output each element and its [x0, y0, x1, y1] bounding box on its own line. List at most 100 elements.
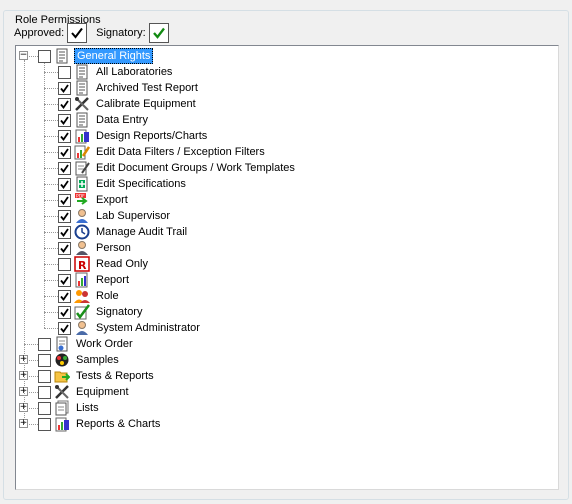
checkmark-icon: [60, 307, 69, 317]
tree-item-checkbox[interactable]: [38, 417, 51, 431]
tree-item-checkbox[interactable]: [58, 273, 71, 287]
tree-connector-line: [44, 232, 58, 233]
tree-item-checkbox[interactable]: [58, 129, 71, 143]
checkmark-icon: [60, 291, 69, 301]
tree-connector-line: [44, 152, 58, 153]
tree-connector-line: [29, 424, 38, 425]
collapse-toggle-icon[interactable]: −: [19, 51, 28, 60]
document-list-icon: [76, 64, 88, 80]
tree-connector-line: [24, 344, 38, 345]
tree-item-checkbox[interactable]: [58, 257, 71, 271]
tree-item-checkbox[interactable]: [58, 321, 71, 335]
tree-item-checkbox[interactable]: [38, 49, 51, 63]
tree-connector-line: [44, 216, 58, 217]
signatory-checkbox[interactable]: [148, 23, 169, 43]
tree-item-role[interactable]: Role: [58, 288, 121, 304]
tree-item-edit-specifications[interactable]: Edit Specifications: [58, 176, 188, 192]
tree-connector-line: [44, 184, 58, 185]
document-list-icon: [76, 112, 88, 128]
tree-connector-line: [24, 60, 25, 424]
tree-item-all-laboratories[interactable]: All Laboratories: [58, 64, 174, 80]
approved-checkbox[interactable]: [67, 23, 88, 43]
person-icon: [76, 241, 88, 255]
tree-node-equipment[interactable]: Equipment: [38, 384, 131, 400]
tree-item-checkbox[interactable]: [38, 337, 51, 351]
edit-document-icon: [75, 161, 90, 176]
tree-node-tests-reports[interactable]: Tests & Reports: [38, 368, 156, 384]
tree-connector-line: [44, 88, 58, 89]
reports-charts-icon: [55, 417, 69, 432]
tree-item-label: Edit Specifications: [96, 178, 186, 190]
tree-item-lab-supervisor[interactable]: Lab Supervisor: [58, 208, 172, 224]
tree-item-checkbox[interactable]: [38, 401, 51, 415]
tree-connector-line: [44, 168, 58, 169]
tree-item-label: Archived Test Report: [96, 82, 198, 94]
tree-item-manage-audit-trail[interactable]: Manage Audit Trail: [58, 224, 189, 240]
checkmark-icon: [152, 27, 165, 39]
tree-item-design-reports-charts[interactable]: Design Reports/Charts: [58, 128, 209, 144]
export-icon: PDF: [75, 193, 88, 205]
tests-reports-icon: [54, 371, 70, 383]
tree-item-calibrate-equipment[interactable]: Calibrate Equipment: [58, 96, 198, 112]
tree-item-checkbox[interactable]: [58, 161, 71, 175]
tree-connector-line: [44, 72, 58, 73]
tree-item-data-entry[interactable]: Data Entry: [58, 112, 150, 128]
tree-item-label: Samples: [76, 354, 119, 366]
tree-item-system-administrator[interactable]: System Administrator: [58, 320, 202, 336]
chart-report-icon: [75, 129, 89, 144]
tree-item-checkbox[interactable]: [58, 209, 71, 223]
tree-item-checkbox[interactable]: [58, 241, 71, 255]
tree-item-export[interactable]: PDF Export: [58, 192, 130, 208]
tree-item-label: Data Entry: [96, 114, 148, 126]
tree-item-checkbox[interactable]: [58, 113, 71, 127]
tree-item-label: System Administrator: [96, 322, 200, 334]
checkmark-icon: [60, 163, 69, 173]
tree-item-checkbox[interactable]: [38, 369, 51, 383]
tree-item-label: Calibrate Equipment: [96, 98, 196, 110]
tree-item-label: Signatory: [96, 306, 143, 318]
tree-node-samples[interactable]: Samples: [38, 352, 121, 368]
tree-item-label: Tests & Reports: [76, 370, 154, 382]
permissions-tree[interactable]: − General Rights All Laboratories Archived …: [15, 45, 559, 490]
tree-item-checkbox[interactable]: [58, 193, 71, 207]
tree-item-checkbox[interactable]: [58, 225, 71, 239]
tree-node-lists[interactable]: Lists: [38, 400, 101, 416]
tree-item-checkbox[interactable]: [58, 289, 71, 303]
tree-item-checkbox[interactable]: [58, 81, 71, 95]
tree-connector-line: [44, 280, 58, 281]
tree-item-edit-data-filters-exception-filters[interactable]: Edit Data Filters / Exception Filters: [58, 144, 267, 160]
tree-item-read-only[interactable]: R Read Only: [58, 256, 150, 272]
tree-item-label: Equipment: [76, 386, 129, 398]
tree-item-person[interactable]: Person: [58, 240, 133, 256]
lists-icon: [55, 400, 69, 416]
tree-item-checkbox[interactable]: [58, 305, 71, 319]
tree-item-label: General Rights: [74, 48, 154, 64]
tree-item-edit-document-groups-work-templates[interactable]: Edit Document Groups / Work Templates: [58, 160, 297, 176]
tree-item-signatory[interactable]: Signatory: [58, 304, 144, 320]
tree-node-general-rights[interactable]: General Rights: [38, 48, 154, 64]
checkmark-icon: [60, 115, 69, 125]
tree-item-checkbox[interactable]: [38, 385, 51, 399]
tree-item-checkbox[interactable]: [58, 177, 71, 191]
supervisor-icon: [76, 209, 88, 223]
tree-item-checkbox[interactable]: [58, 97, 71, 111]
tree-item-checkbox[interactable]: [58, 145, 71, 159]
tools-icon: [75, 97, 89, 111]
tree-item-label: Reports & Charts: [76, 418, 161, 430]
tree-item-label: Work Order: [76, 338, 133, 350]
tree-item-checkbox[interactable]: [58, 65, 71, 79]
tree-connector-line: [44, 312, 58, 313]
tree-connector-line: [44, 120, 58, 121]
tree-item-report[interactable]: Report: [58, 272, 131, 288]
checkmark-icon: [60, 275, 69, 285]
tree-connector-line: [29, 408, 38, 409]
administrator-icon: [76, 321, 88, 335]
checkmark-icon: [60, 211, 69, 221]
checkmark-icon: [60, 99, 69, 109]
tree-node-work-order[interactable]: Work Order: [38, 336, 135, 352]
tree-item-checkbox[interactable]: [38, 353, 51, 367]
tree-connector-line: [29, 56, 38, 57]
tree-node-reports-charts[interactable]: Reports & Charts: [38, 416, 162, 432]
tree-item-archived-test-report[interactable]: Archived Test Report: [58, 80, 200, 96]
tree-item-label: Read Only: [96, 258, 148, 270]
